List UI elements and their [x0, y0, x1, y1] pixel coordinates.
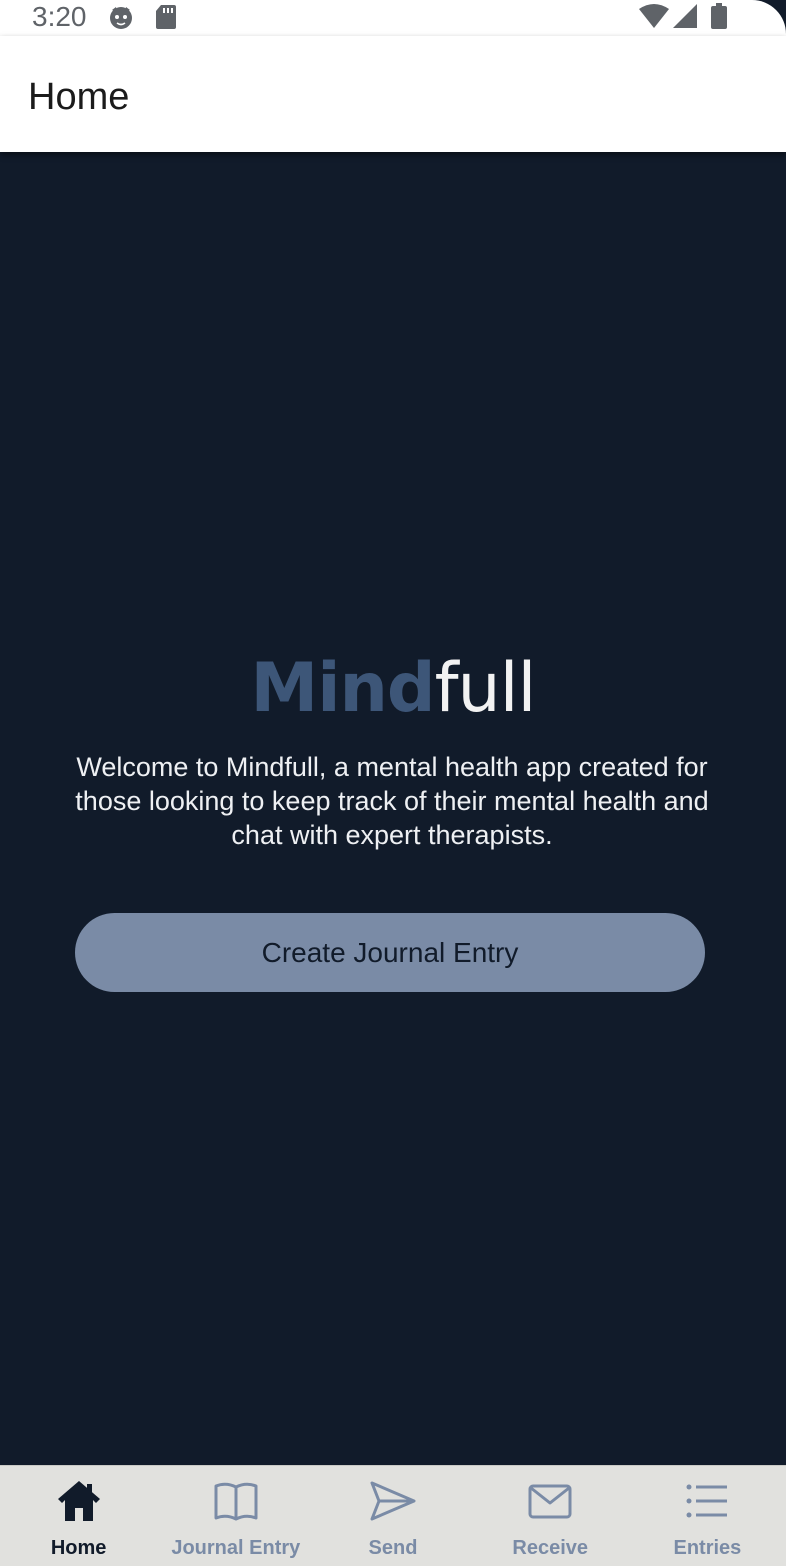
book-icon: [214, 1482, 258, 1521]
nav-label-journal-entry: Journal Entry: [171, 1537, 301, 1559]
list-icon: [686, 1484, 728, 1518]
nav-item-entries[interactable]: Entries: [629, 1466, 786, 1566]
send-icon: [370, 1481, 416, 1521]
logo-mind-text: Mind: [250, 649, 436, 728]
main-content: Mindfull Welcome to Mindfull, a mental h…: [0, 152, 786, 1464]
status-time: 3:20: [32, 1, 87, 32]
app-bar: Home: [0, 36, 786, 152]
welcome-text: Welcome to Mindfull, a mental health app…: [75, 752, 709, 850]
nav-item-receive[interactable]: Receive: [472, 1466, 629, 1566]
sd-card-icon: [155, 4, 177, 35]
cell-signal-icon: [672, 3, 698, 34]
nav-item-home[interactable]: Home: [0, 1466, 157, 1566]
nav-label-entries: Entries: [673, 1537, 742, 1559]
nav-item-send[interactable]: Send: [314, 1466, 471, 1566]
status-bar: 3:20: [0, 0, 786, 36]
nav-label-send: Send: [368, 1537, 418, 1559]
nav-label-home: Home: [50, 1537, 107, 1559]
cat-face-icon: [108, 4, 134, 35]
battery-icon: [710, 3, 728, 34]
home-screen: 3:20 Home Mindfull Welcome to Mindfull, …: [0, 0, 786, 1566]
home-icon: [57, 1481, 100, 1521]
logo-full-text: full: [434, 649, 537, 728]
create-journal-entry-button[interactable]: Create Journal Entry: [75, 913, 705, 992]
wifi-icon: [638, 3, 670, 34]
mindfull-logo: Mindfull: [0, 652, 786, 726]
mail-icon: [528, 1484, 572, 1519]
bottom-nav: Home Journal Entry Send Receive Entries: [0, 1465, 786, 1566]
nav-label-receive: Receive: [512, 1537, 589, 1559]
page-title: Home: [28, 76, 130, 118]
nav-item-journal-entry[interactable]: Journal Entry: [157, 1466, 314, 1566]
